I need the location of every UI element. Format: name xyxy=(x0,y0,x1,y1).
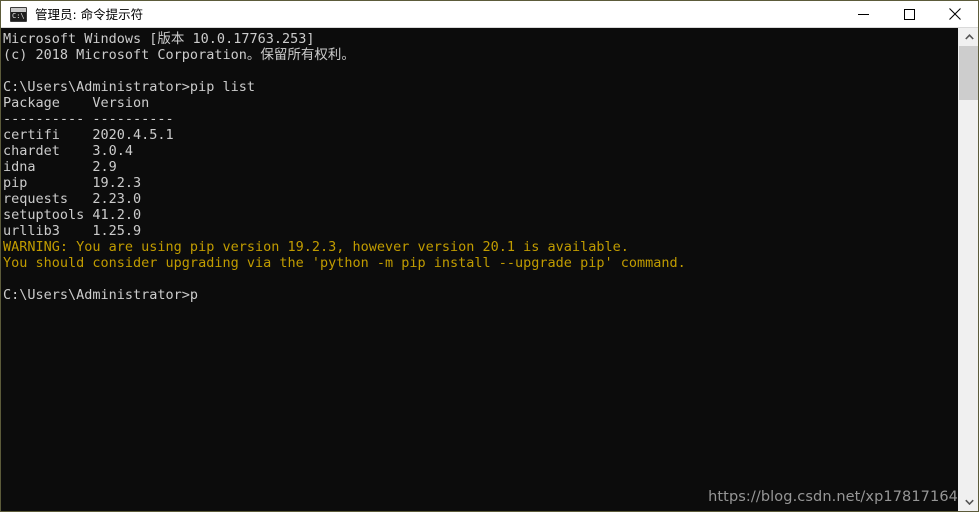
icon-prompt-text: C:\. xyxy=(12,11,26,20)
command-prompt-window: ··· C:\. 管理员: 命令提示符 Microsoft Windows [版… xyxy=(0,0,979,512)
close-button[interactable] xyxy=(932,1,978,28)
terminal-line: (c) 2018 Microsoft Corporation。保留所有权利。 xyxy=(3,47,355,63)
title-bar[interactable]: ··· C:\. 管理员: 命令提示符 xyxy=(1,1,978,28)
terminal-line: setuptools 41.2.0 xyxy=(3,207,142,223)
terminal-line: ---------- ---------- xyxy=(3,111,174,127)
terminal-line: Package Version xyxy=(3,95,150,111)
terminal-line: Microsoft Windows [版本 10.0.17763.253] xyxy=(3,31,315,47)
terminal-line: C:\Users\Administrator>p xyxy=(3,287,199,303)
scroll-up-arrow-icon[interactable] xyxy=(959,28,978,46)
minimize-button[interactable] xyxy=(840,1,886,28)
vertical-scrollbar[interactable] xyxy=(958,28,978,511)
cmd-console-icon: ··· C:\. xyxy=(10,6,27,22)
terminal-line: WARNING: You are using pip version 19.2.… xyxy=(3,239,629,255)
window-title: 管理员: 命令提示符 xyxy=(35,6,144,22)
terminal-line: certifi 2020.4.5.1 xyxy=(3,127,174,143)
csdn-watermark: https://blog.csdn.net/xp17817164 xyxy=(708,489,958,505)
maximize-button[interactable] xyxy=(886,1,932,28)
scrollbar-thumb[interactable] xyxy=(959,46,978,100)
terminal-line: urllib3 1.25.9 xyxy=(3,223,142,239)
scrollbar-track[interactable] xyxy=(959,46,978,493)
terminal-line: idna 2.9 xyxy=(3,159,117,175)
terminal-line: requests 2.23.0 xyxy=(3,191,142,207)
window-controls xyxy=(840,1,978,28)
terminal-line: pip 19.2.3 xyxy=(3,175,142,191)
terminal-line: C:\Users\Administrator>pip list xyxy=(3,79,255,95)
terminal-line: You should consider upgrading via the 'p… xyxy=(3,255,686,271)
terminal-line: chardet 3.0.4 xyxy=(3,143,134,159)
scroll-down-arrow-icon[interactable] xyxy=(959,493,978,511)
terminal-output-area[interactable]: Microsoft Windows [版本 10.0.17763.253] (c)… xyxy=(1,28,958,511)
